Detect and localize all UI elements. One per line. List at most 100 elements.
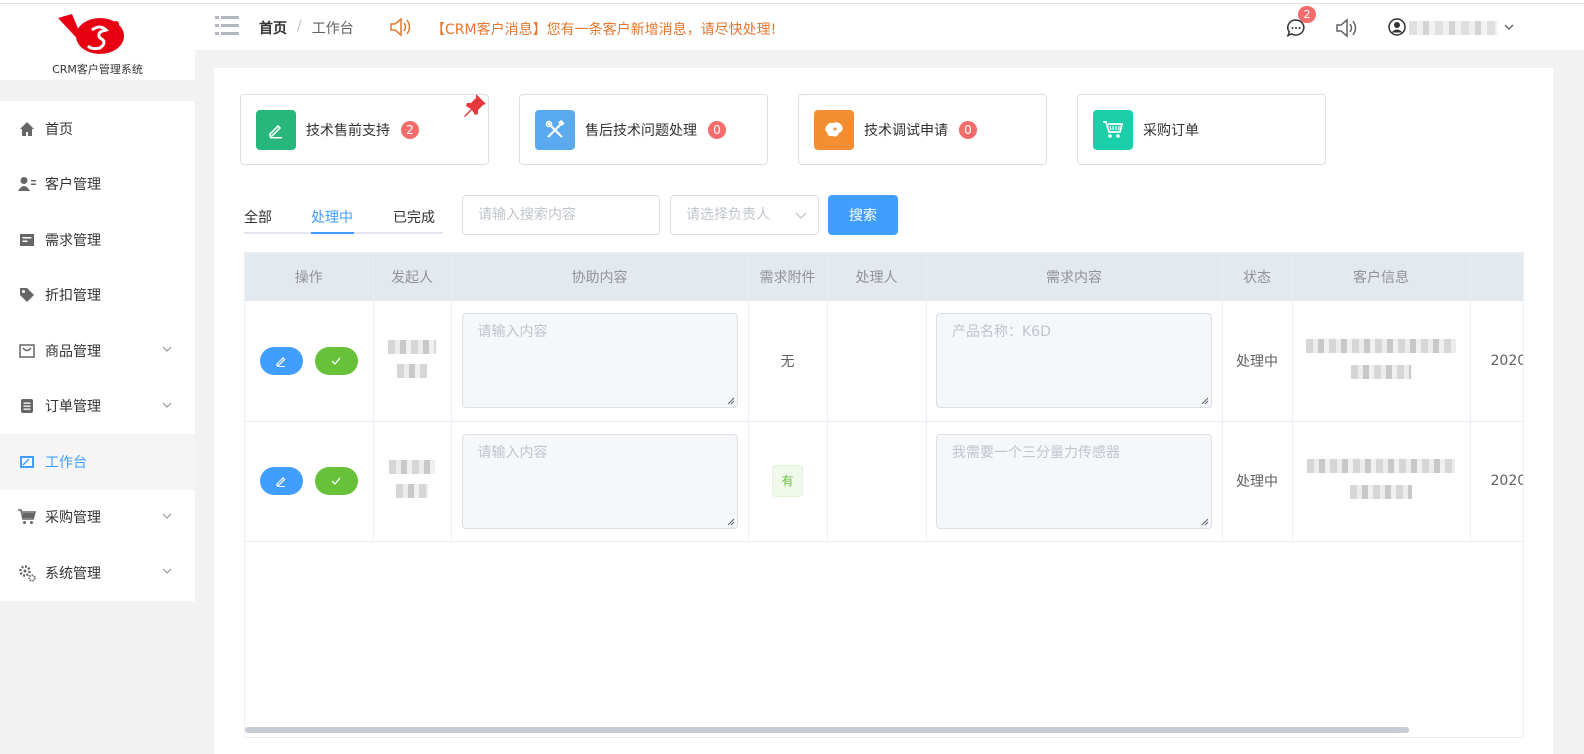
owner-select[interactable]: 请选择负责人 [670,195,819,235]
breadcrumb-separator: / [297,18,302,34]
quick-card-0[interactable]: 技术售前支持 2 [240,94,489,165]
sidebar-item-6[interactable]: 工作台 [0,434,195,490]
column-header-4: 处理人 [827,253,927,301]
notice-text[interactable]: 【CRM客户消息】您有一条客户新增消息，请尽快处理! [431,19,776,39]
quick-card-badge: 0 [959,120,977,139]
sidebar-item-0[interactable]: 首页 [0,101,195,157]
assist-content-textarea[interactable]: 请输入内容 [461,313,738,409]
requirement-cell: 产品名称：K6D [926,301,1223,422]
handler-cell [827,301,927,422]
column-header-8 [1470,253,1523,301]
quick-card-label: 技术调试申请 [864,122,948,139]
sound-icon[interactable] [1335,18,1357,38]
table-row: 请输入内容无 产品名称：K6D 处理中 2020 [245,301,1524,422]
quick-card-label: 技术售前支持 [306,122,390,139]
complete-button[interactable] [314,346,358,375]
check-icon [331,477,341,485]
chevron-down-icon [161,343,175,357]
horizontal-scrollbar[interactable] [245,727,1409,733]
customer-info-cell [1292,301,1471,422]
date-text: 2020 [1490,352,1524,369]
pen-icon [276,477,286,487]
requirement-icon [18,231,36,249]
edit-button[interactable] [259,467,303,495]
assist-content-cell: 请输入内容 [451,421,749,542]
customer-info-redacted [1351,364,1411,379]
menu-toggle-icon[interactable] [215,15,239,37]
sidebar-item-7[interactable]: 采购管理 [0,490,195,546]
tag-icon [18,286,36,304]
sidebar-item-3[interactable]: 折扣管理 [0,268,195,324]
quick-card-2[interactable]: 技术调试申请 0 [798,94,1047,165]
user-avatar-icon[interactable] [1388,18,1406,36]
sidebar-item-label: 工作台 [45,454,87,471]
customer-info-redacted [1307,459,1455,473]
tab-completed[interactable]: 已完成 [393,207,435,227]
logo-mark-icon [58,14,124,54]
sidebar-item-label: 首页 [45,121,73,138]
home-icon [18,120,36,138]
assist-content-placeholder: 请输入内容 [477,444,548,461]
initiator-redacted [388,339,436,354]
resize-grip-icon[interactable] [727,397,735,405]
sidebar-item-label: 系统管理 [45,565,101,582]
requirement-placeholder: 产品名称：K6D [952,324,1051,341]
tab-all[interactable]: 全部 [244,207,272,227]
sidebar-item-8[interactable]: 系统管理 [0,545,195,601]
sidebar-item-2[interactable]: 需求管理 [0,212,195,268]
attachment-tag[interactable]: 有 [772,465,803,497]
resize-grip-icon[interactable] [727,518,735,526]
handler-cell [827,421,927,542]
sidebar-item-label: 需求管理 [45,232,101,249]
sidebar-item-1[interactable]: 客户管理 [0,157,195,213]
requirement-textarea[interactable]: 我需要一个三分量力传感器 [936,433,1212,529]
customer-icon [18,175,36,193]
chevron-down-icon [161,510,175,524]
date-text: 2020 [1490,473,1524,489]
user-name-redacted[interactable] [1409,21,1497,35]
breadcrumb-home[interactable]: 首页 [259,18,287,38]
customer-info-redacted [1350,485,1412,499]
sidebar-item-5[interactable]: 订单管理 [0,379,195,435]
assist-content-textarea[interactable]: 请输入内容 [461,433,738,529]
search-button[interactable]: 搜索 [828,195,898,235]
quick-card-1[interactable]: 售后技术问题处理 0 [519,94,768,165]
column-header-6: 状态 [1222,253,1293,301]
initiator-redacted [396,484,428,498]
quick-card-label: 采购订单 [1143,122,1199,139]
initiator-cell [373,421,452,542]
complete-button[interactable] [314,467,358,495]
user-menu-chevron-down-icon[interactable] [1503,21,1515,33]
quick-card-label: 售后技术问题处理 [585,122,697,139]
resize-grip-icon[interactable] [1201,518,1209,526]
assist-content-cell: 请输入内容 [451,301,749,422]
chevron-down-icon [161,565,175,579]
assist-content-placeholder: 请输入内容 [477,324,548,341]
sidebar-item-label: 客户管理 [45,177,101,194]
edit-button[interactable] [259,346,303,375]
customer-info-cell [1292,421,1471,542]
initiator-cell [373,301,452,422]
quick-card-3[interactable]: 采购订单 [1077,94,1326,165]
active-tab-indicator [311,232,354,234]
pen-icon [276,356,286,367]
quick-card-badge: 0 [708,120,726,139]
table-header-row: 操作 发起人 协助内容 需求附件 处理人 需求内容 状态 客户信息 [245,253,1523,301]
tab-processing[interactable]: 处理中 [311,207,353,227]
resize-grip-icon[interactable] [1201,397,1209,405]
attachment-text: 无 [780,353,795,370]
cart-icon [18,508,36,526]
sidebar-item-4[interactable]: 商品管理 [0,323,195,379]
tools-icon [535,109,575,150]
logo: CRM客户管理系统 [0,4,195,80]
search-input[interactable] [462,195,660,235]
initiator-redacted [397,363,427,378]
top-header: 首页 / 工作台 【CRM客户消息】您有一条客户新增消息，请尽快处理! 2 [195,4,1584,50]
check-icon [331,357,341,365]
requirement-textarea[interactable]: 产品名称：K6D [936,313,1212,409]
sidebar-menu: 首页客户管理需求管理折扣管理 商品管理 订单管理工作台采购管理系统管理 [0,101,195,601]
goods-icon [18,342,36,360]
logo-text: CRM客户管理系统 [52,63,143,76]
pin-icon[interactable] [462,92,488,118]
initiator-redacted [389,460,435,474]
